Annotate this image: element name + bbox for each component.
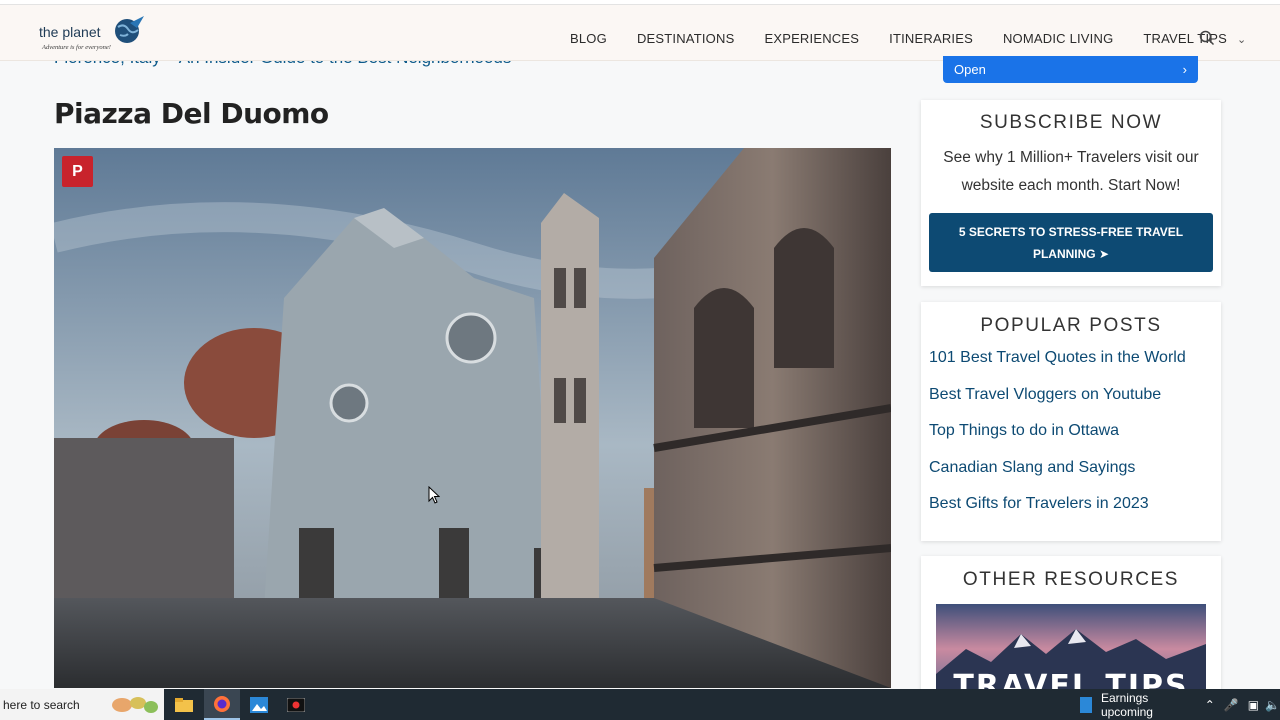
popular-post-link[interactable]: Best Travel Vloggers on Youtube [929,385,1221,405]
nav-nomadic-living[interactable]: NOMADIC LIVING [988,31,1128,46]
search-highlight-icon [112,697,158,713]
other-resources-title: OTHER RESOURCES [962,569,1180,590]
popular-post-link[interactable]: 101 Best Travel Quotes in the World [929,348,1221,368]
tray-chevron-up-icon[interactable]: ⌃ [1205,698,1215,712]
nav-experiences[interactable]: EXPERIENCES [749,31,874,46]
photos-app-icon[interactable] [241,689,277,720]
cta-line-1: 5 SECRETS TO STRESS-FREE TRAVEL [958,225,1184,239]
section-heading: Piazza Del Duomo [54,97,329,130]
send-icon: ➤ [1098,247,1110,261]
volume-icon[interactable]: 🔈 [1265,698,1280,712]
logo-name: the planet [39,24,101,40]
travel-tips-banner[interactable]: TRAVEL TIPS [936,604,1206,694]
taskbar-tray: Earnings upcoming ⌃ 🎤 ▣ 🔈 [1080,689,1280,720]
popular-post-link[interactable]: Best Gifts for Travelers in 2023 [929,494,1221,514]
chevron-right-icon: › [1182,62,1187,77]
search-icon[interactable] [1199,30,1215,46]
network-icon[interactable]: ▣ [1248,698,1259,712]
cta-line-2: PLANNING [1032,247,1096,261]
ad-open-button[interactable]: Open › [943,56,1198,83]
ad-open-label: Open [954,62,986,77]
site-logo[interactable]: the planet Adventure is for everyone! [38,13,150,57]
news-widget-text[interactable]: Earnings upcoming [1101,691,1183,719]
other-resources-widget: OTHER RESOURCES TRAVEL TIPS [921,556,1221,696]
mouse-cursor-icon [428,486,440,504]
chevron-down-icon: ⌄ [1237,33,1247,46]
logo-tagline: Adventure is for everyone! [42,44,111,51]
popular-posts-title: POPULAR POSTS [980,315,1162,336]
subscribe-text: See why 1 Million+ Travelers visit our w… [943,149,1199,194]
microphone-icon[interactable]: 🎤 [1224,698,1239,712]
taskbar-search-box[interactable]: here to search [0,689,164,720]
subscribe-title: SUBSCRIBE NOW [979,112,1163,133]
subscribe-cta-button[interactable]: 5 SECRETS TO STRESS-FREE TRAVEL PLANNING… [929,213,1213,272]
nav-itineraries[interactable]: ITINERARIES [874,31,988,46]
nav-destinations[interactable]: DESTINATIONS [622,31,750,46]
subscribe-widget: SUBSCRIBE NOW See why 1 Million+ Travele… [921,100,1221,286]
popular-posts-widget: POPULAR POSTS 101 Best Travel Quotes in … [921,302,1221,541]
firefox-icon[interactable] [204,689,240,720]
windows-taskbar: here to search Earnings upcoming ⌃ 🎤 ▣ 🔈 [0,689,1280,720]
file-explorer-icon[interactable] [166,689,202,720]
screen-recorder-icon[interactable] [278,689,314,720]
cta-line-2-row: PLANNING ➤ [929,243,1213,265]
globe-plane-icon [115,16,144,43]
popular-post-link[interactable]: Canadian Slang and Sayings [929,458,1221,478]
popular-post-link[interactable]: Top Things to do in Ottawa [929,421,1221,441]
nav-blog[interactable]: BLOG [555,31,622,46]
pinterest-save-button[interactable]: P [62,156,93,187]
site-header: the planet Adventure is for everyone! BL… [0,5,1280,61]
nav-travel-tips[interactable]: TRAVEL TIPS ⌄ [1128,31,1261,46]
popular-posts-list: 101 Best Travel Quotes in the World Best… [929,348,1221,514]
duomo-photo [54,148,891,688]
taskbar-search-text: here to search [3,698,80,712]
news-widget-icon[interactable] [1080,696,1092,713]
pinterest-icon: P [72,162,83,180]
